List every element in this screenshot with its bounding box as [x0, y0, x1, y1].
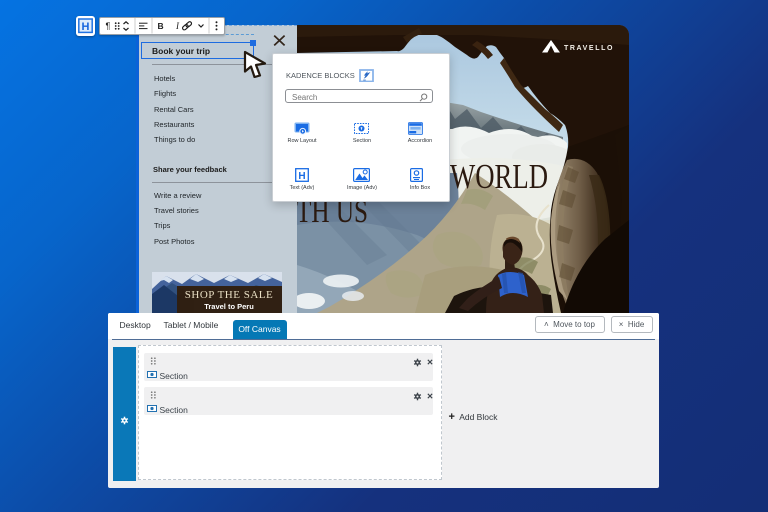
svg-text:Travel to Peru: Travel to Peru — [204, 302, 254, 311]
svg-text:¶: ¶ — [106, 21, 111, 31]
svg-text:TRAVELLO: TRAVELLO — [564, 45, 614, 52]
svg-text:I: I — [175, 21, 180, 31]
svg-text:H: H — [82, 21, 90, 33]
svg-text:B: B — [158, 21, 164, 31]
svg-text:H: H — [298, 171, 305, 182]
svg-text:WORLD: WORLD — [450, 157, 548, 196]
svg-text:SHOP THE SALE: SHOP THE SALE — [185, 289, 273, 301]
